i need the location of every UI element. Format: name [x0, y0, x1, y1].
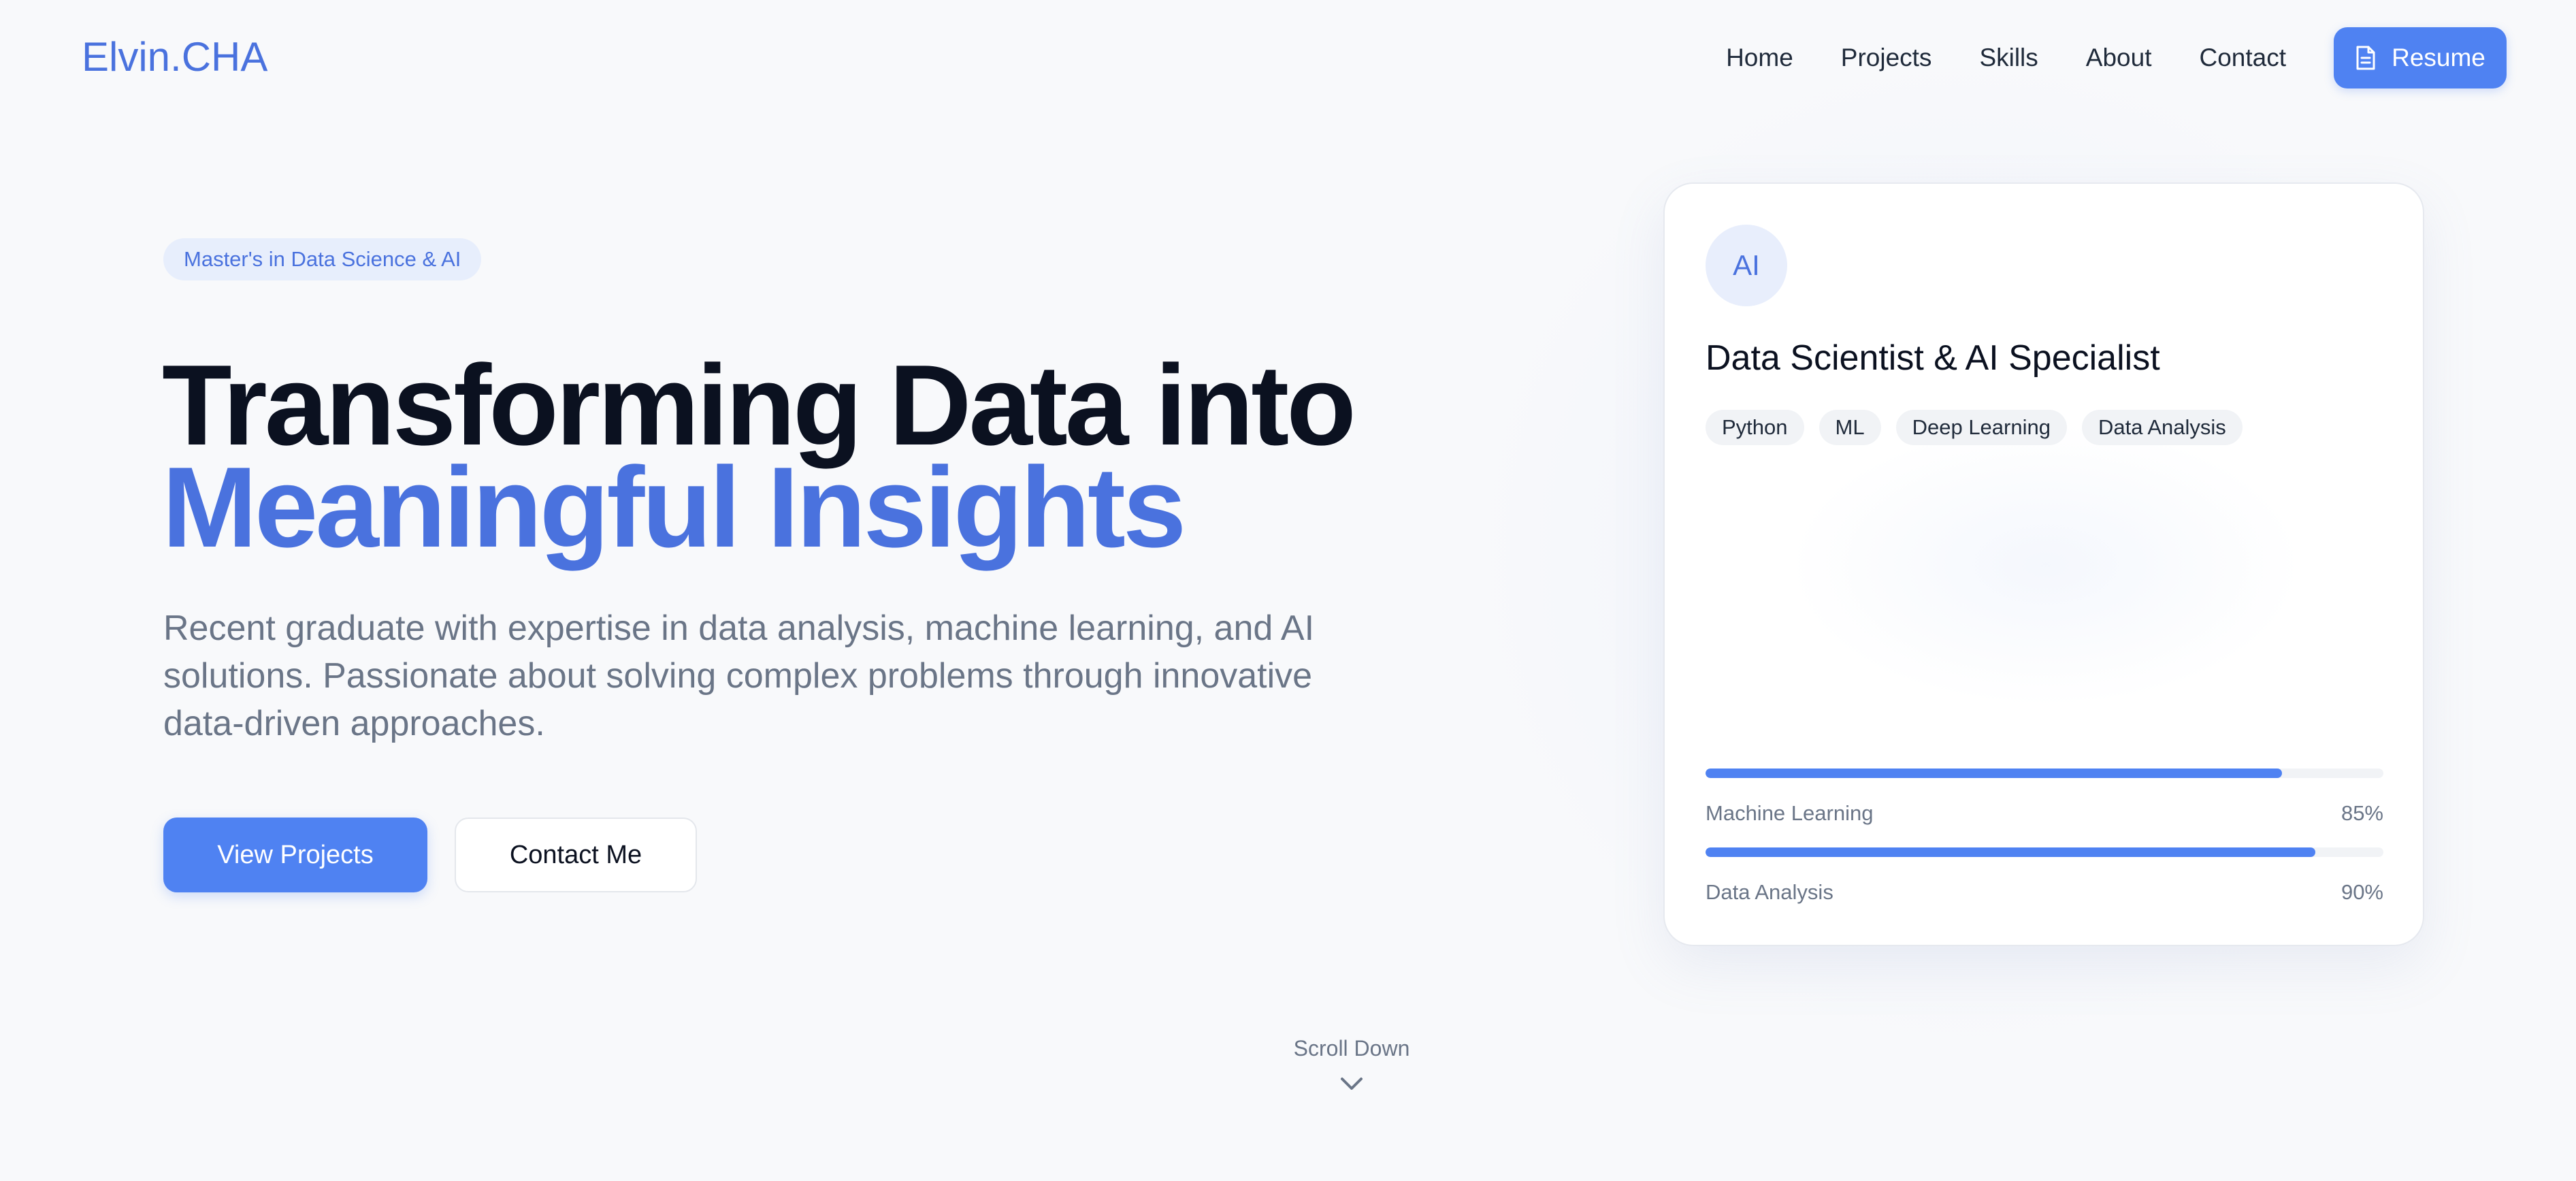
contact-me-button[interactable]: Contact Me [455, 818, 697, 892]
skill-machine-learning: Machine Learning 85% [1706, 769, 2383, 826]
avatar: AI [1706, 225, 1787, 306]
progress-fill [1706, 847, 2316, 857]
tag-python: Python [1706, 410, 1804, 445]
scroll-label: Scroll Down [1293, 1036, 1410, 1061]
main-nav: Home Projects Skills About Contact Resum… [1726, 27, 2507, 88]
degree-badge: Master's in Data Science & AI [163, 238, 482, 280]
nav-link-about[interactable]: About [2086, 44, 2152, 72]
skill-row: Data Analysis 90% [1706, 880, 2383, 905]
tag-data-analysis: Data Analysis [2081, 410, 2243, 445]
skill-name: Machine Learning [1706, 801, 1874, 825]
progress-fill [1706, 769, 2282, 778]
resume-button[interactable]: Resume [2334, 27, 2507, 88]
nav-link-contact[interactable]: Contact [2199, 44, 2286, 72]
progress-track [1706, 769, 2383, 778]
headline-line-1: Transforming Data into [162, 341, 1356, 469]
view-projects-button[interactable]: View Projects [163, 818, 427, 892]
resume-label: Resume [2392, 44, 2485, 71]
tag-ml: ML [1819, 410, 1881, 445]
skill-percent: 85% [2341, 801, 2383, 825]
nav-link-projects[interactable]: Projects [1841, 44, 1932, 72]
document-icon [2355, 45, 2377, 71]
tag-deep-learning: Deep Learning [1895, 410, 2067, 445]
site-logo[interactable]: Elvin.CHA [82, 30, 267, 84]
headline-line-2: Meaningful Insights [162, 443, 1186, 571]
hero-headline: Transforming Data into Meaningful Insigh… [162, 341, 1356, 571]
card-decoration [1787, 422, 2304, 708]
scroll-indicator[interactable]: Scroll Down [1216, 1036, 1488, 1095]
profile-card: AI Data Scientist & AI Specialist Python… [1663, 182, 2424, 946]
card-title: Data Scientist & AI Specialist [1706, 338, 2160, 378]
hero-description: Recent graduate with expertise in data a… [163, 609, 1315, 743]
skill-name: Data Analysis [1706, 880, 1833, 904]
chevron-down-icon[interactable] [1339, 1076, 1364, 1095]
skill-row: Machine Learning 85% [1706, 801, 2383, 826]
skill-tags: Python ML Deep Learning Data Analysis [1706, 410, 2243, 445]
nav-link-skills[interactable]: Skills [1979, 44, 2038, 72]
nav-link-home[interactable]: Home [1726, 44, 1793, 72]
skill-data-analysis: Data Analysis 90% [1706, 847, 2383, 905]
skill-percent: 90% [2341, 880, 2383, 904]
progress-track [1706, 847, 2383, 857]
